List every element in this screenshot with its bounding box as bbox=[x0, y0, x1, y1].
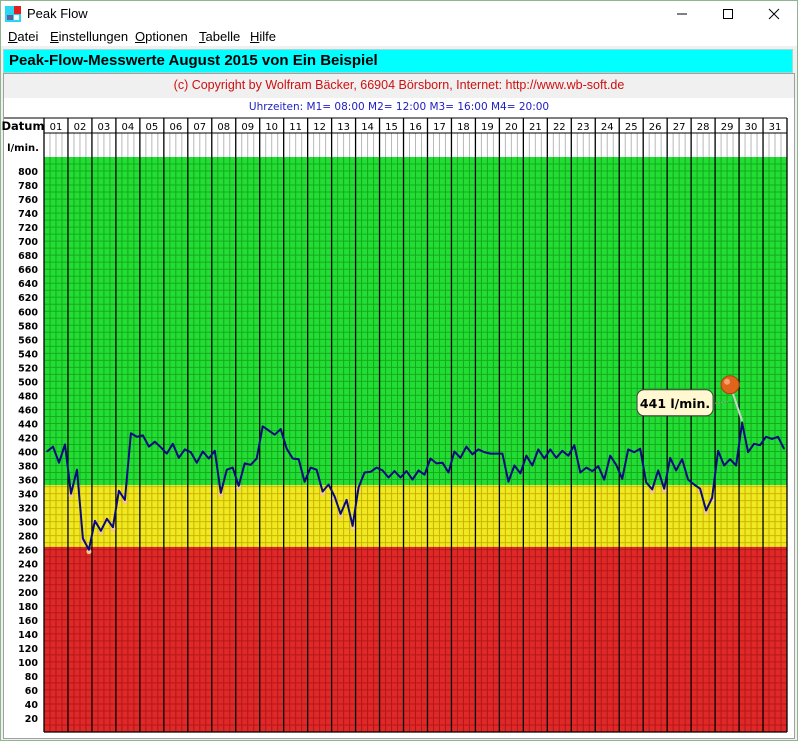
menu-hilfe-label: Hilfe bbox=[250, 29, 277, 44]
menu-bar: Datei Einstellungen Optionen Tabelle Hil… bbox=[1, 26, 797, 46]
app-window: Peak Flow Datei Einstellungen Optionen T… bbox=[0, 0, 798, 741]
minimize-icon bbox=[677, 13, 687, 14]
headline-title: Peak-Flow-Messwerte August 2015 von Ein … bbox=[9, 52, 378, 69]
menu-tabelle-label: Tabelle bbox=[199, 29, 241, 44]
copyright-text: (c) Copyright by Wolfram Bäcker, 66904 B… bbox=[4, 74, 794, 98]
headline-bar: Peak-Flow-Messwerte August 2015 von Ein … bbox=[3, 49, 793, 73]
maximize-icon bbox=[723, 8, 733, 19]
menu-optionen[interactable]: Optionen bbox=[135, 29, 188, 44]
menu-datei[interactable]: Datei bbox=[8, 29, 38, 44]
menu-einstellungen-label: Einstellungen bbox=[50, 29, 129, 44]
close-button[interactable] bbox=[751, 1, 797, 26]
measurement-times: Uhrzeiten: M1= 08:00 M2= 12:00 M3= 16:00… bbox=[248, 101, 550, 113]
chart-panel: (c) Copyright by Wolfram Bäcker, 66904 B… bbox=[3, 73, 795, 739]
menu-einstellungen[interactable]: Einstellungen bbox=[50, 29, 128, 44]
minimize-button[interactable] bbox=[659, 1, 705, 26]
menu-datei-label: Datei bbox=[8, 29, 39, 44]
window-title: Peak Flow bbox=[27, 6, 88, 21]
app-icon bbox=[5, 6, 21, 22]
close-icon bbox=[768, 8, 780, 19]
menu-hilfe[interactable]: Hilfe bbox=[250, 29, 276, 44]
menu-tabelle[interactable]: Tabelle bbox=[199, 29, 240, 44]
maximize-button[interactable] bbox=[705, 1, 751, 26]
title-bar: Peak Flow bbox=[1, 1, 797, 26]
menu-optionen-label: Optionen bbox=[135, 29, 188, 44]
